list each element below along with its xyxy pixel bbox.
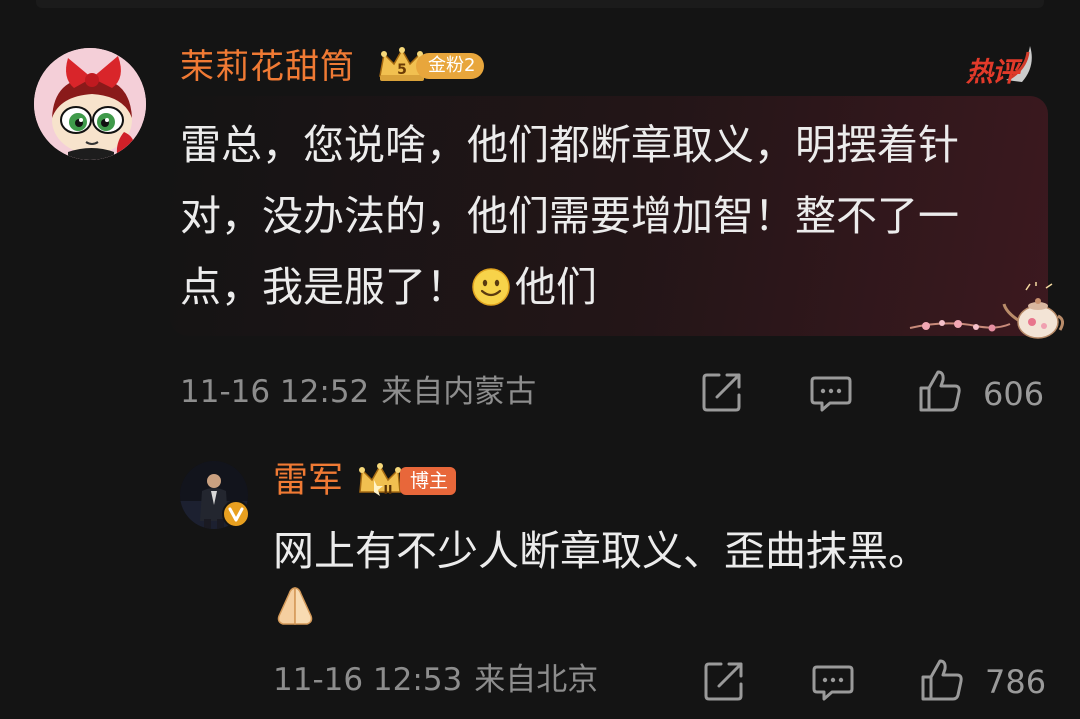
user-avatar[interactable] bbox=[34, 48, 146, 160]
reply-like-count: 786 bbox=[985, 663, 1047, 701]
comment-location: 来自内蒙古 bbox=[381, 374, 537, 410]
comment-icon[interactable] bbox=[808, 370, 854, 416]
like-icon[interactable] bbox=[917, 368, 963, 414]
cartoon-avatar-icon bbox=[34, 48, 146, 160]
folded-hands-emoji-icon bbox=[277, 587, 313, 625]
username[interactable]: 茉莉花甜筒 bbox=[180, 47, 355, 87]
crown-level: II bbox=[384, 483, 393, 497]
share-icon[interactable] bbox=[699, 369, 745, 415]
reply-time: 11-16 12:53 bbox=[273, 662, 463, 698]
reply-share-icon[interactable] bbox=[701, 658, 747, 704]
reply-text: 网上有不少人断章取义、歪曲抹黑。 bbox=[273, 527, 929, 575]
crown-icon: II bbox=[359, 463, 401, 497]
comment-meta: 11-16 12:52 来自内蒙古 bbox=[180, 372, 536, 412]
hot-comment-badge: 热评 bbox=[966, 40, 1038, 88]
fan-level-badge[interactable]: 5 金粉2 bbox=[376, 46, 488, 84]
comment-item: 茉莉花甜筒 5 金粉2 热评 雷总，您说啥，他们都断章取义，明摆着针对，没办法的… bbox=[0, 0, 1080, 430]
fan-level-digit: 5 bbox=[397, 62, 407, 78]
blogger-badge-label: 博主 bbox=[400, 467, 457, 495]
teapot-flower-decoration bbox=[906, 282, 1066, 344]
comment-time: 11-16 12:52 bbox=[180, 374, 370, 410]
reply-location: 来自北京 bbox=[474, 662, 599, 698]
reply-meta: 11-16 12:53 来自北京 bbox=[273, 660, 598, 700]
reply-like-icon[interactable] bbox=[919, 657, 965, 703]
hot-comment-label: 热评 bbox=[966, 57, 1019, 88]
blogger-badge: II 博主 bbox=[354, 460, 458, 500]
smile-emoji-icon bbox=[472, 268, 510, 306]
verified-v-icon bbox=[222, 500, 250, 528]
like-count: 606 bbox=[983, 375, 1045, 413]
comment-text-tail: 他们 bbox=[515, 263, 597, 311]
fan-badge-label: 金粉2 bbox=[416, 53, 485, 79]
teapot-decoration-icon bbox=[909, 282, 1065, 339]
reply-username[interactable]: 雷军 bbox=[273, 460, 343, 502]
reply-comment-icon[interactable] bbox=[810, 659, 856, 705]
